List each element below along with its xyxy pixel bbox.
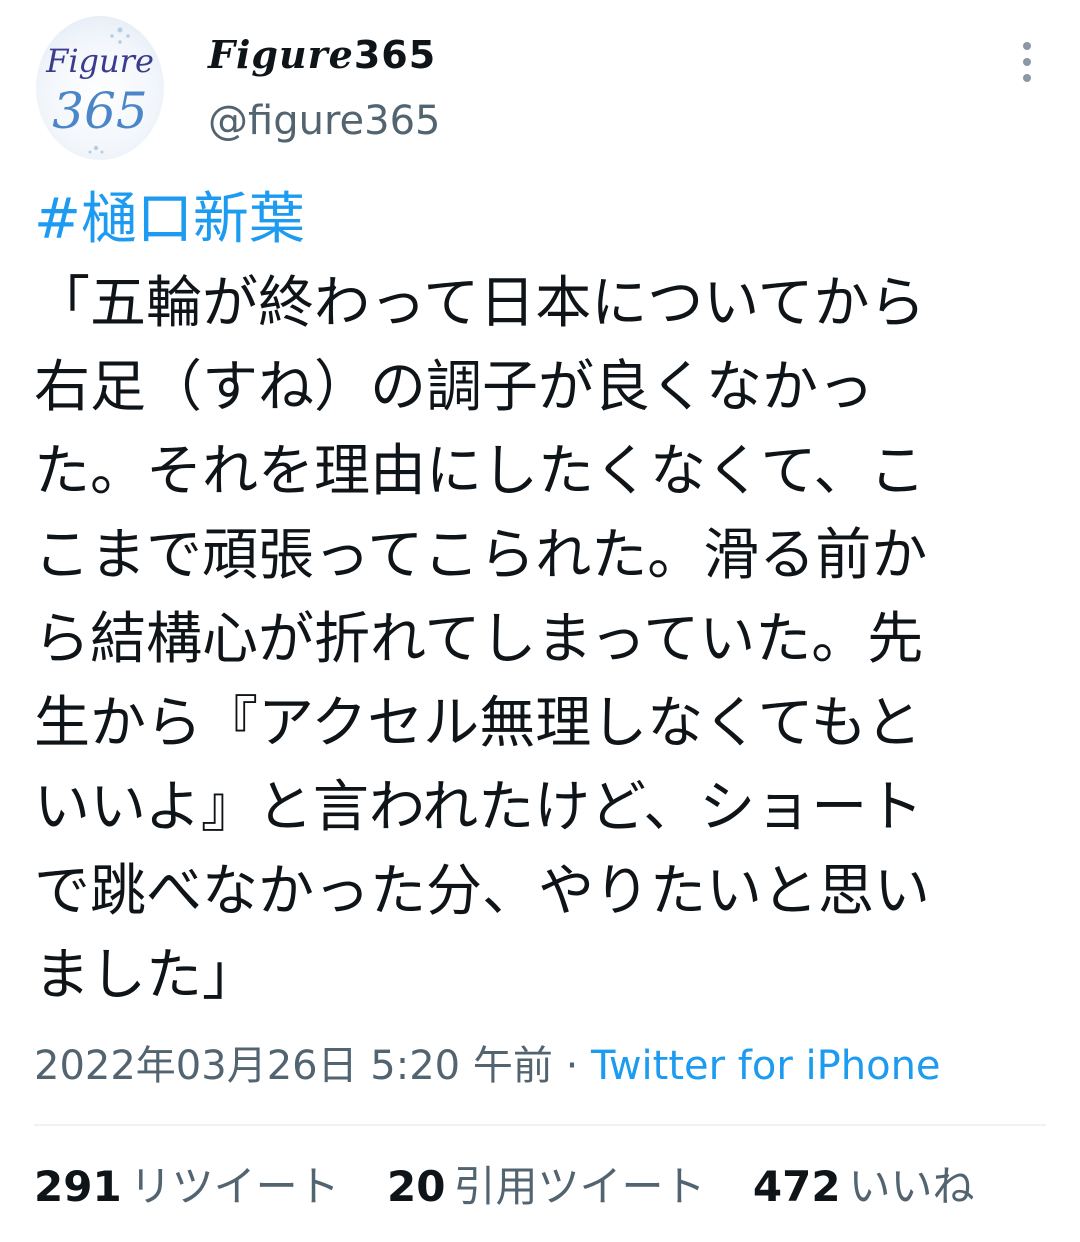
hashtag-link[interactable]: #樋口新葉 (34, 185, 305, 255)
avatar-logo-word: Figure (45, 42, 154, 80)
retweets-label: リツイート (129, 1162, 340, 1211)
tweet-text-line: いいよ』と言われたけど、ショート (34, 775, 924, 840)
tweet-text-line: で跳べなかった分、やりたいと思い (34, 859, 930, 924)
author-display-name[interactable]: Figure365 (208, 32, 436, 77)
display-name-number: 365 (353, 33, 437, 77)
tweet-text-line: ら結構心が折れてしまっていた。先 (34, 607, 924, 672)
likes-label: いいね (848, 1162, 975, 1211)
meta-separator: · (552, 1043, 592, 1089)
tweet-text-line: ました」 (34, 943, 258, 1008)
more-vertical-icon[interactable] (1012, 40, 1042, 84)
quotes-stat[interactable]: 20 引用ツイート (387, 1157, 705, 1217)
tweet-source-link[interactable]: Twitter for iPhone (591, 1043, 941, 1089)
tweet-text-line: た。それを理由にしたくなくて、こ (34, 439, 926, 504)
quotes-label: 引用ツイート (453, 1162, 706, 1211)
tweet-text-line: こまで頑張ってこられた。滑る前か (34, 523, 928, 588)
retweets-count: 291 (34, 1162, 122, 1211)
tweet-timestamp[interactable]: 2022年03月26日 5:20 午前 (34, 1043, 553, 1089)
tweet-text-line: 「五輪が終わって日本についてから (34, 271, 926, 336)
avatar[interactable]: Figure 365 (36, 16, 164, 160)
divider (34, 1124, 1046, 1126)
figure365-logo: Figure 365 (45, 27, 154, 154)
tweet-text: 「五輪が終わって日本についてから 右足（すね）の調子が良くなかっ た。それを理由… (34, 262, 1046, 1018)
tweet-text-line: 右足（すね）の調子が良くなかっ (34, 355, 874, 420)
quotes-count: 20 (387, 1162, 446, 1211)
retweets-stat[interactable]: 291 リツイート (34, 1157, 340, 1217)
likes-stat[interactable]: 472 いいね (753, 1157, 975, 1217)
tweet-text-line: 生から『アクセル無理しなくてもと (34, 691, 922, 756)
display-name-script: Figure (208, 32, 354, 77)
author-handle[interactable]: @figure365 (208, 98, 440, 144)
avatar-logo-number: 365 (52, 82, 147, 140)
likes-count: 472 (752, 1162, 841, 1211)
tweet-meta: 2022年03月26日 5:20 午前 · Twitter for iPhone (34, 1036, 941, 1096)
tweet-stats: 291 リツイート 20 引用ツイート 472 いいね (34, 1157, 1009, 1217)
